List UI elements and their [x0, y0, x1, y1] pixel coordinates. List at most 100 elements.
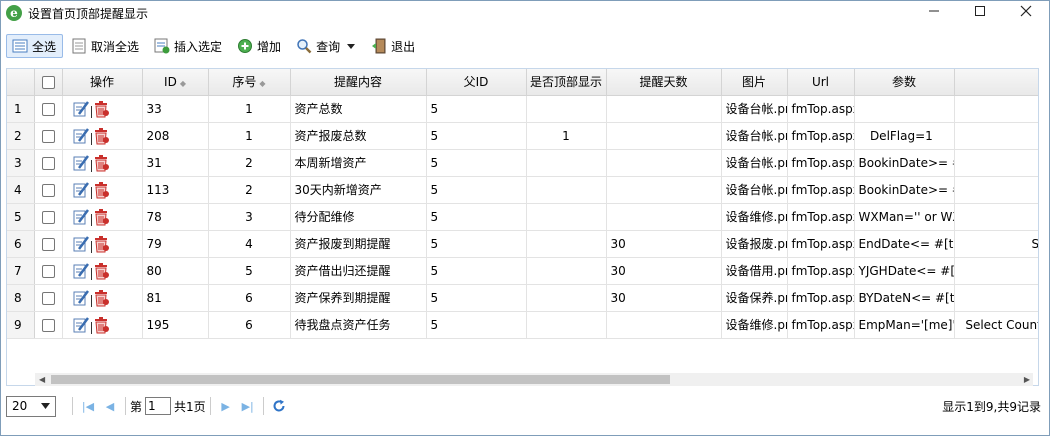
column-header-label: 序号: [232, 75, 257, 90]
delete-icon[interactable]: [94, 235, 110, 253]
cell-seq: 2: [208, 149, 291, 177]
scroll-left-icon[interactable]: ◀: [39, 373, 45, 386]
column-header-image[interactable]: 图片: [721, 69, 788, 96]
table-row[interactable]: 7805资产借出归还提醒530设备借用.pngfmTop.aspxYJGHDat…: [7, 257, 1038, 285]
cell-remind-days: [606, 122, 722, 150]
table-row[interactable]: 5783待分配维修5设备维修.pngfmTop.aspxWXMan='' or …: [7, 203, 1038, 231]
cell-content: 资产总数: [290, 95, 427, 123]
delete-icon[interactable]: [94, 154, 110, 172]
sort-icon: ◆: [179, 78, 186, 88]
delete-icon[interactable]: [94, 100, 110, 118]
exit-button[interactable]: 退出: [365, 34, 422, 58]
cell-extra: [954, 257, 1038, 285]
row-checkbox-cell[interactable]: [34, 122, 63, 150]
divider: [90, 240, 92, 253]
refresh-icon: [273, 399, 285, 412]
checkbox[interactable]: [41, 237, 55, 251]
cell-remind-days: 30: [606, 230, 722, 258]
table-row[interactable]: 3 312本周新增资产5 设备台帐.pngfmTop.aspxBookinDate>…: [7, 149, 1038, 177]
edit-icon[interactable]: [73, 262, 89, 279]
add-button[interactable]: 增加: [231, 34, 288, 58]
maximize-icon: [975, 6, 985, 16]
cell-parent-id: 5: [426, 149, 527, 177]
row-checkbox-cell[interactable]: [34, 149, 63, 177]
table-row[interactable]: 22081资产报废总数51设备台帐.pngfmTop.aspx DelFlag=…: [7, 122, 1038, 150]
checkbox[interactable]: [41, 210, 55, 224]
column-header-label: ID: [164, 74, 177, 89]
checkbox[interactable]: [41, 183, 55, 197]
select-all-header-checkbox[interactable]: [34, 69, 63, 96]
checkbox[interactable]: [41, 264, 55, 278]
checkbox[interactable]: [41, 75, 55, 89]
scrollbar-thumb[interactable]: [51, 375, 670, 384]
cell-id: 80: [142, 257, 209, 285]
checkbox[interactable]: [41, 156, 55, 170]
row-actions: [62, 257, 143, 285]
column-header-seq[interactable]: 序号 ◆: [208, 69, 291, 96]
edit-icon[interactable]: [73, 289, 89, 306]
edit-icon[interactable]: [73, 316, 89, 333]
edit-icon[interactable]: [73, 127, 89, 144]
select-all-button[interactable]: 全选: [6, 34, 64, 58]
column-header-remind-days[interactable]: 提醒天数: [606, 69, 722, 96]
row-number: 5: [7, 203, 35, 231]
column-header-content[interactable]: 提醒内容: [290, 69, 427, 96]
cell-content: 待分配维修: [290, 203, 427, 231]
insert-selected-button[interactable]: 插入选定: [148, 34, 229, 58]
checkbox[interactable]: [41, 129, 55, 143]
app-window: e 设置首页顶部提醒显示 全选 取消全选 插入选定 增加 查询 退出 操作 ID…: [0, 0, 1050, 436]
first-page-button[interactable]: |◀: [77, 395, 99, 417]
row-checkbox-cell[interactable]: [34, 311, 63, 339]
delete-icon[interactable]: [94, 316, 110, 334]
scroll-right-icon[interactable]: ▶: [1024, 373, 1030, 386]
table-row[interactable]: 6 794资产报废到期提醒5 30设备报废.pngfmTop.aspxEndDate…: [7, 230, 1038, 258]
row-checkbox-cell[interactable]: [34, 257, 63, 285]
checkbox[interactable]: [41, 291, 55, 305]
last-page-button[interactable]: ▶|: [237, 395, 259, 417]
page-size-select[interactable]: 20: [6, 395, 56, 417]
row-checkbox-cell[interactable]: [34, 284, 63, 312]
page-size-value: 20: [12, 399, 28, 413]
horizontal-scrollbar[interactable]: ◀ ▶: [35, 373, 1033, 386]
edit-icon[interactable]: [73, 100, 89, 117]
table-row[interactable]: 8 816资产保养到期提醒5 30设备保养.pngfmTop.aspxBYDateN…: [7, 284, 1038, 312]
delete-icon[interactable]: [94, 127, 110, 145]
delete-icon[interactable]: [94, 289, 110, 307]
row-checkbox-cell[interactable]: [34, 176, 63, 204]
checkbox[interactable]: [41, 102, 55, 116]
cell-params: DelFlag=1: [854, 122, 955, 150]
page-number-input[interactable]: 1: [145, 397, 172, 415]
delete-icon[interactable]: [94, 262, 110, 280]
row-checkbox-cell[interactable]: [34, 203, 63, 231]
edit-icon[interactable]: [73, 154, 89, 171]
record-info: 显示1到9,共9记录: [942, 399, 1041, 414]
maximize-button[interactable]: [957, 1, 1003, 25]
column-header-params[interactable]: 参数: [854, 69, 955, 96]
table-row[interactable]: 1331资产总数5设备台帐.pngfmTop.aspx: [7, 95, 1038, 123]
edit-icon[interactable]: [73, 181, 89, 198]
deselect-all-button[interactable]: 取消全选: [65, 34, 146, 58]
refresh-button[interactable]: [268, 395, 290, 417]
checkbox[interactable]: [41, 318, 55, 332]
edit-icon[interactable]: [73, 208, 89, 225]
next-page-button[interactable]: ▶: [215, 395, 237, 417]
cell-url: fmTop.aspx: [787, 149, 855, 177]
table-row[interactable]: 9 1956待我盘点资产任务5 设备维修.pngfmTop.aspxEmpMan='…: [7, 311, 1038, 339]
cell-content: 30天内新增资产: [290, 176, 427, 204]
edit-icon[interactable]: [73, 235, 89, 252]
delete-icon[interactable]: [94, 181, 110, 199]
prev-page-button[interactable]: ◀: [99, 395, 121, 417]
delete-icon[interactable]: [94, 208, 110, 226]
divider: [125, 397, 126, 415]
cell-extra: Select Count(: [954, 311, 1038, 339]
row-checkbox-cell[interactable]: [34, 230, 63, 258]
minimize-button[interactable]: [911, 1, 957, 25]
query-button[interactable]: 查询: [290, 34, 363, 58]
table-row[interactable]: 4 113230天内新增资产5 设备台帐.pngfmTop.aspxBookinDa…: [7, 176, 1038, 204]
row-checkbox-cell[interactable]: [34, 95, 63, 123]
column-header-parent-id[interactable]: 父ID: [426, 69, 527, 96]
close-button[interactable]: [1003, 1, 1049, 25]
column-header-show-top[interactable]: 是否顶部显示: [526, 69, 607, 96]
column-header-id[interactable]: ID ◆: [142, 69, 209, 96]
column-header-url[interactable]: Url: [787, 69, 855, 96]
